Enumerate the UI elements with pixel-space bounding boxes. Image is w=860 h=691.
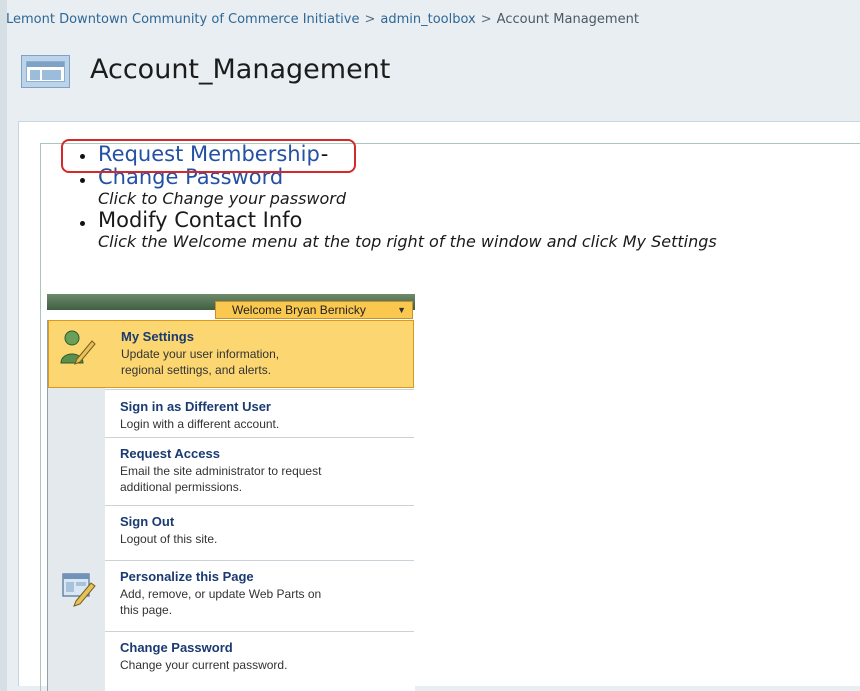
breadcrumb-current: Account Management <box>496 12 639 27</box>
menu-item-title: Sign in as Different User <box>120 399 271 414</box>
welcome-menu: My Settings Update your user information… <box>47 320 415 691</box>
menu-item-description: Update your user information, <box>121 347 280 361</box>
breadcrumb-separator: > <box>364 12 376 27</box>
menu-item-description: Add, remove, or update Web Parts on <box>120 587 322 601</box>
menu-item-description: Logout of this site. <box>120 532 218 546</box>
menu-item-sign-in-different-user[interactable]: Sign in as Different User Login with a d… <box>48 392 414 436</box>
welcome-menu-button[interactable]: Welcome Bryan Bernicky ▼ <box>215 301 413 319</box>
menu-divider <box>105 560 414 561</box>
menu-divider <box>105 437 414 438</box>
page-title: Account_Management <box>90 54 391 85</box>
menu-item-title: Change Password <box>120 640 233 655</box>
welcome-menu-label: Welcome Bryan Bernicky <box>232 303 366 317</box>
highlight-annotation <box>61 139 356 173</box>
menu-item-description: additional permissions. <box>120 480 243 494</box>
menu-divider <box>105 389 414 390</box>
breadcrumb-toolbox-link[interactable]: admin_toolbox <box>380 12 475 27</box>
breadcrumb: Lemont Downtown Community of Commerce In… <box>6 12 639 27</box>
menu-item-sign-out[interactable]: Sign Out Logout of this site. <box>48 508 414 552</box>
menu-item-description: Email the site administrator to request <box>120 464 322 478</box>
breadcrumb-separator: > <box>480 12 492 27</box>
menu-item-description: Login with a different account. <box>120 417 280 431</box>
menu-item-title: Personalize this Page <box>120 569 254 584</box>
chevron-down-icon: ▼ <box>397 305 406 315</box>
menu-item-change-password[interactable]: Change Password Change your current pass… <box>48 634 414 684</box>
list-item: Modify Contact Info Click the Welcome me… <box>74 209 717 252</box>
left-edge-bar <box>0 0 7 691</box>
user-settings-icon <box>60 330 96 365</box>
menu-item-title: Request Access <box>120 446 220 461</box>
menu-item-request-access[interactable]: Request Access Email the site administra… <box>48 440 414 500</box>
menu-item-description: Change your current password. <box>120 658 288 672</box>
modify-contact-info-description: Click the Welcome menu at the top right … <box>98 232 717 251</box>
menu-item-title: Sign Out <box>120 514 175 529</box>
menu-item-description: regional settings, and alerts. <box>121 363 272 377</box>
welcome-menu-screenshot: Welcome Bryan Bernicky ▼ My Settings Upd… <box>47 294 415 691</box>
personalize-page-icon <box>62 573 96 607</box>
menu-item-personalize-page[interactable]: Personalize this Page Add, remove, or up… <box>48 563 414 629</box>
change-password-description: Click to Change your password <box>98 189 347 208</box>
breadcrumb-site-link[interactable]: Lemont Downtown Community of Commerce In… <box>6 12 359 27</box>
modify-contact-info-label: Modify Contact Info <box>98 208 303 232</box>
menu-divider <box>105 631 414 632</box>
page-icon <box>21 55 70 88</box>
menu-item-title: My Settings <box>121 329 194 344</box>
menu-divider <box>105 505 414 506</box>
menu-item-my-settings[interactable]: My Settings Update your user information… <box>48 320 414 388</box>
menu-item-description: this page. <box>120 603 173 617</box>
